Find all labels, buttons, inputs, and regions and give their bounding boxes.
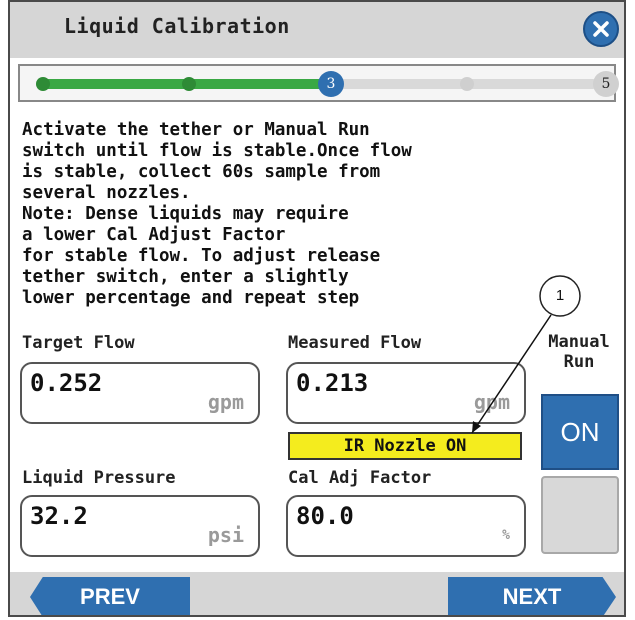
callout-number: 1 — [555, 287, 565, 304]
calibration-dialog: Liquid Calibration 3 5 Activate the teth… — [8, 0, 626, 617]
callout-annotation — [471, 275, 581, 434]
callout-leader-line — [471, 314, 552, 434]
